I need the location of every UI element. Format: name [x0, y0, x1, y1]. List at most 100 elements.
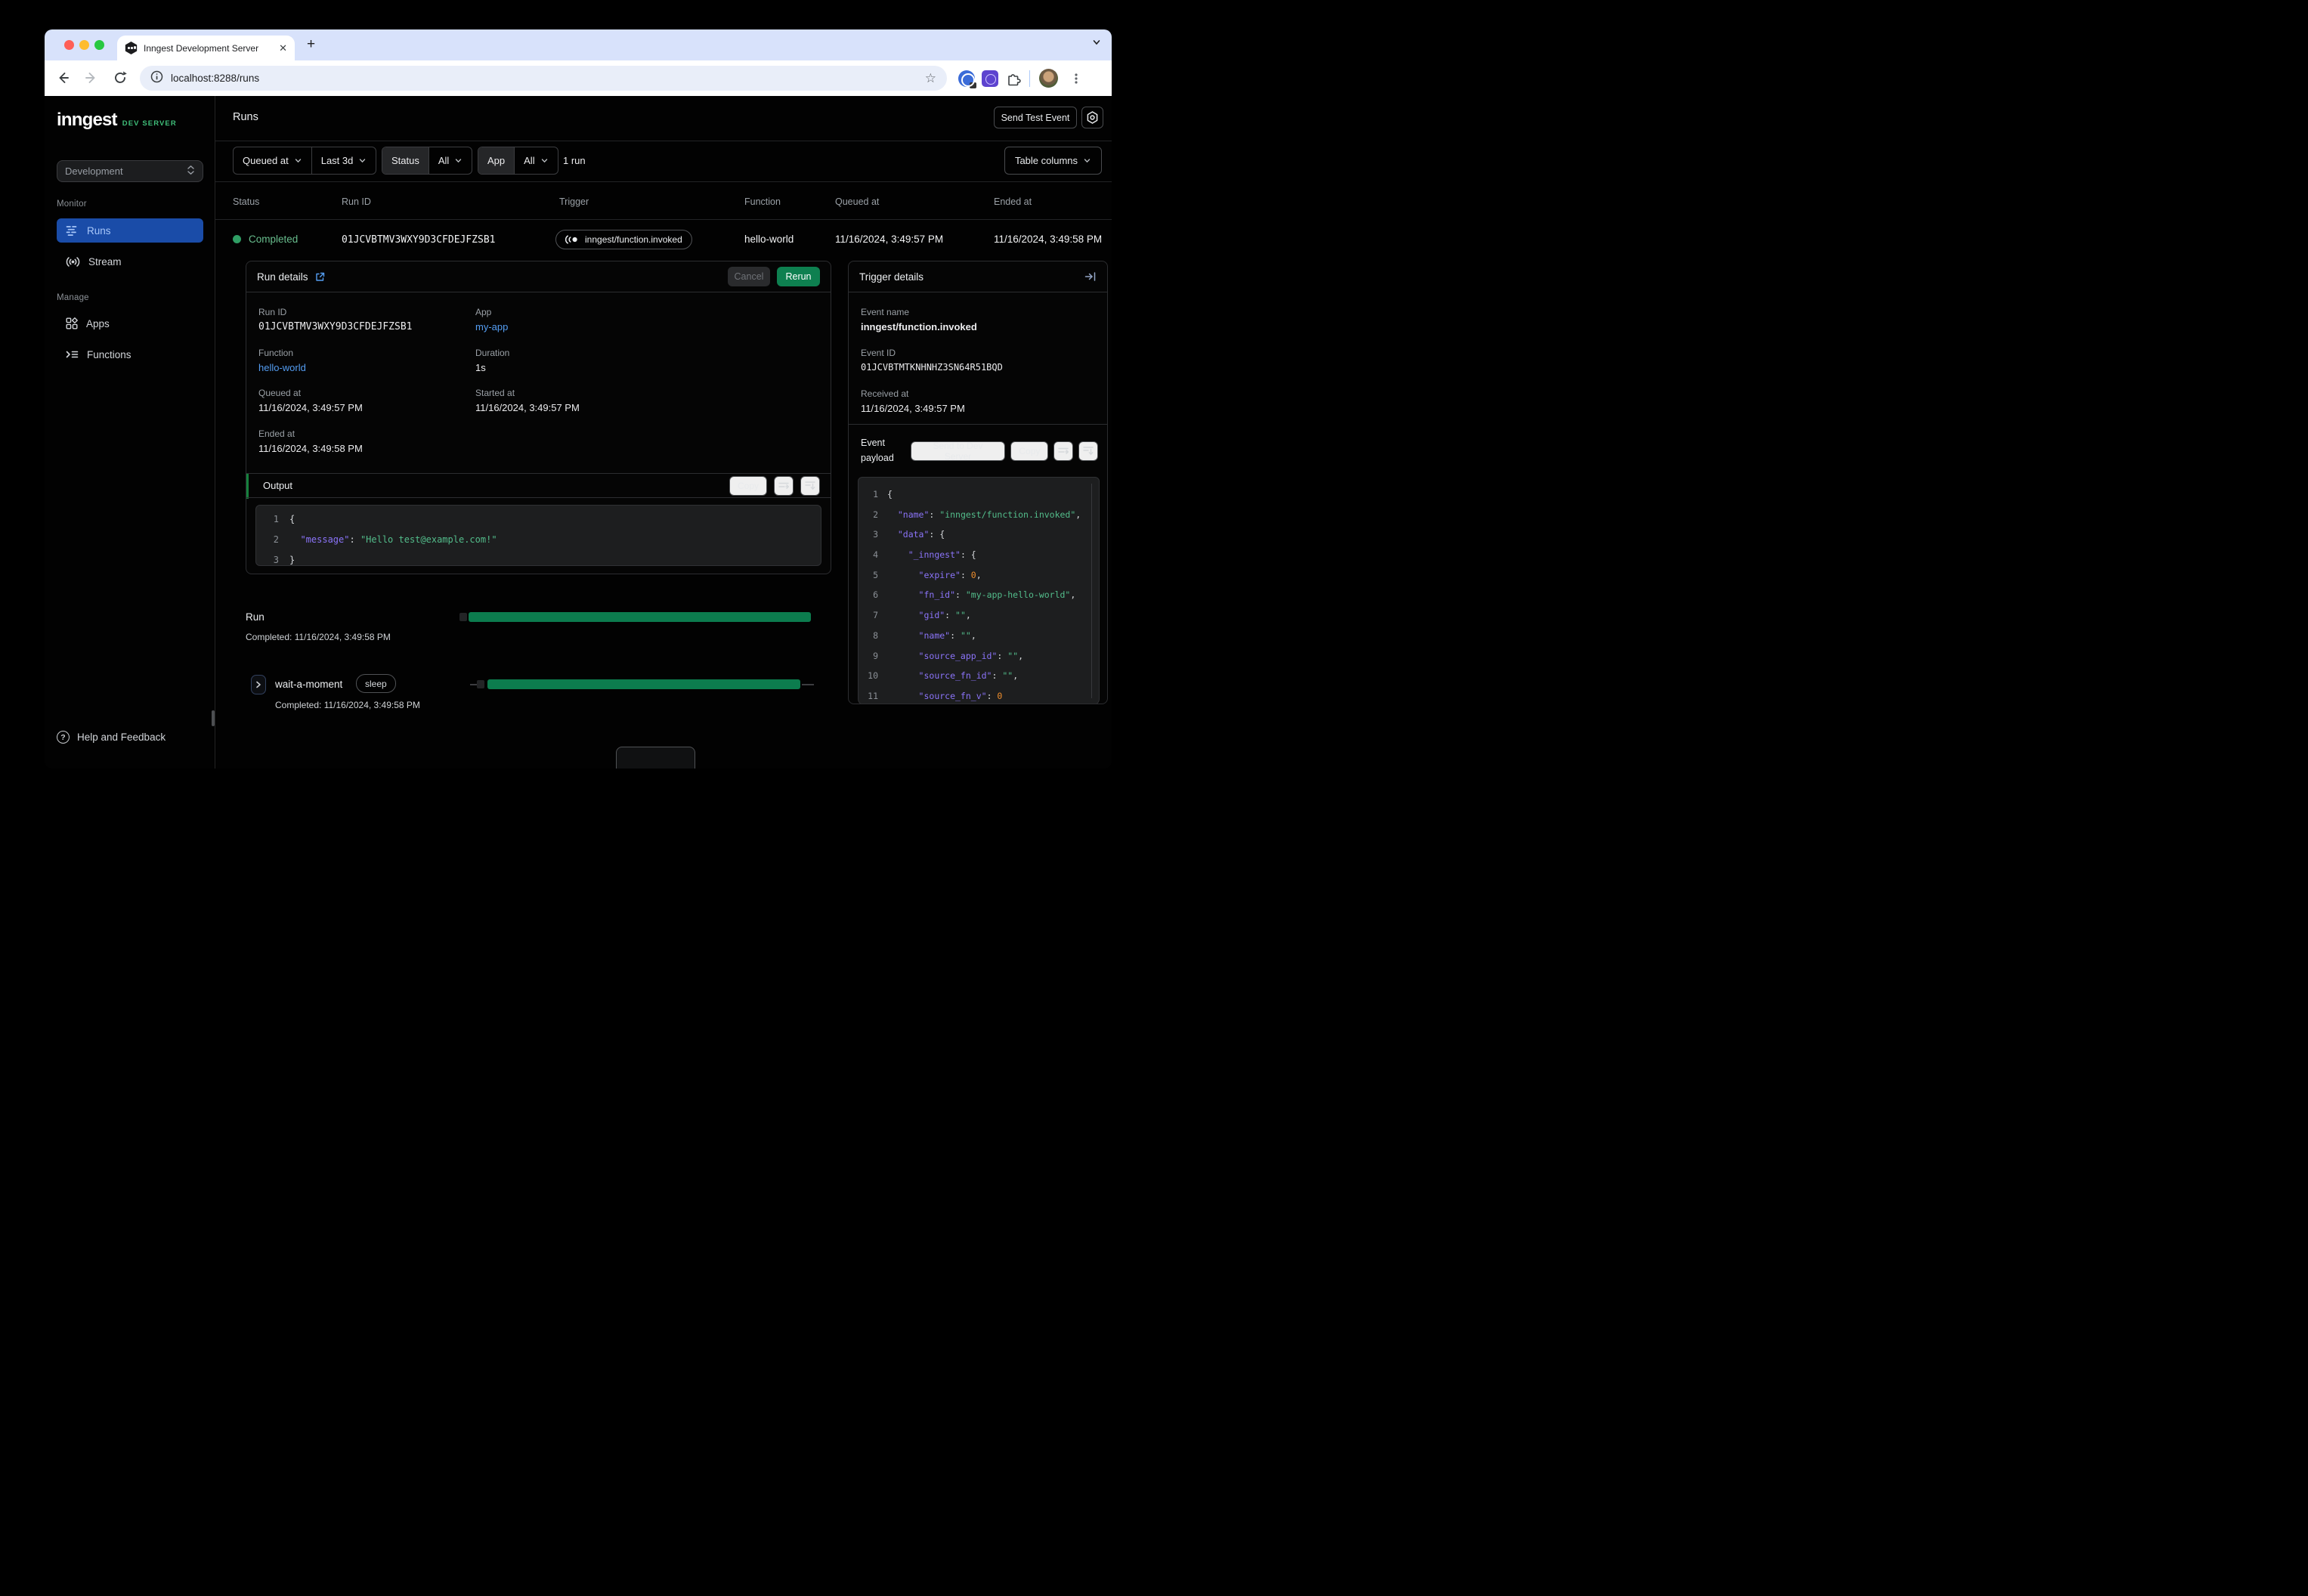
cancel-button[interactable]: Cancel — [728, 267, 770, 286]
browser-menu-kebab-icon[interactable] — [1069, 60, 1083, 96]
url-bar[interactable]: localhost:8288/runs ☆ — [140, 66, 947, 91]
col-header-status[interactable]: Status — [233, 196, 259, 207]
send-to-dev-server-button[interactable]: Send to Dev Server — [910, 441, 1006, 462]
event-name-label: Event name — [861, 307, 910, 317]
sidebar-scrollbar-thumb[interactable] — [212, 710, 215, 726]
queued-at-label: Queued at — [258, 388, 302, 398]
scroll-to-bottom-button[interactable] — [800, 475, 820, 496]
chevron-down-icon — [360, 159, 366, 162]
step-bar-nub — [477, 680, 484, 688]
expand-step-button[interactable] — [251, 675, 266, 694]
new-tab-button[interactable]: + — [307, 36, 315, 53]
sidebar: inngest DEV SERVER Development Monitor R… — [45, 96, 215, 769]
show-more-button-partial[interactable] — [616, 747, 695, 769]
output-copy-button[interactable]: Copy — [729, 475, 767, 496]
row-trigger-pill[interactable]: inngest/function.invoked — [555, 230, 692, 249]
main-content: Runs Send Test Event Queued at Last 3d S… — [215, 96, 1112, 769]
site-info-icon[interactable] — [150, 70, 163, 87]
reload-icon[interactable] — [112, 70, 128, 90]
time-range-value: Last 3d — [320, 155, 354, 166]
chevron-down-icon — [1084, 159, 1091, 162]
word-wrap-button[interactable] — [774, 475, 794, 496]
table-columns-label: Table columns — [1014, 155, 1078, 166]
help-and-feedback[interactable]: ? Help and Feedback — [57, 731, 166, 744]
onepassword-extension-icon[interactable] — [958, 60, 976, 96]
payload-scroll-bottom-button[interactable] — [1078, 441, 1098, 461]
rerun-button[interactable]: Rerun — [777, 267, 820, 286]
app-filter[interactable]: All — [515, 147, 557, 174]
started-at-value: 11/16/2024, 3:49:57 PM — [475, 402, 580, 413]
url-text[interactable]: localhost:8288/runs — [171, 73, 259, 84]
sidebar-item-functions[interactable]: Functions — [57, 342, 203, 367]
event-signal-icon — [565, 235, 577, 244]
row-function[interactable]: hello-world — [744, 234, 794, 245]
chevron-right-icon — [256, 681, 261, 688]
tab-close-icon[interactable]: ✕ — [274, 43, 287, 53]
status-filter-value: All — [438, 155, 450, 166]
run-timeline-bar[interactable] — [469, 612, 811, 622]
browser-tab-strip: Inngest Development Server ✕ + — [45, 29, 1112, 60]
extensions-puzzle-icon[interactable] — [1006, 60, 1022, 96]
send-test-event-button[interactable]: Send Test Event — [994, 107, 1077, 128]
settings-gear-button[interactable] — [1081, 107, 1103, 128]
row-queued-at: 11/16/2024, 3:49:57 PM — [835, 234, 944, 245]
browser-tab[interactable]: Inngest Development Server ✕ — [117, 36, 295, 60]
sidebar-item-runs[interactable]: Runs — [57, 218, 203, 243]
app-label: App — [475, 307, 492, 317]
received-at-value: 11/16/2024, 3:49:57 PM — [861, 403, 965, 414]
sidebar-item-label: Runs — [87, 224, 111, 237]
row-run-id[interactable]: 01JCVBTMV3WXY9D3CFDEJFZSB1 — [342, 234, 496, 246]
window-zoom-button[interactable] — [94, 40, 104, 50]
time-field-filter[interactable]: Queued at — [234, 147, 311, 174]
manage-section-label: Manage — [57, 293, 89, 302]
stream-icon — [66, 256, 80, 267]
purple-extension-icon[interactable] — [982, 60, 998, 96]
tab-search-chevron-icon[interactable] — [1091, 37, 1102, 51]
sidebar-item-stream[interactable]: Stream — [57, 249, 203, 274]
status-filter-group: Status All — [382, 147, 473, 175]
profile-avatar[interactable] — [1039, 60, 1058, 96]
toolbar-divider — [1029, 60, 1030, 96]
external-link-icon[interactable] — [315, 272, 325, 282]
col-header-run-id[interactable]: Run ID — [342, 196, 371, 207]
time-range-filter[interactable]: Last 3d — [312, 147, 376, 174]
col-header-trigger[interactable]: Trigger — [559, 196, 589, 207]
row-status[interactable]: Completed — [249, 234, 298, 245]
timeline-run-label[interactable]: Run — [246, 611, 265, 623]
step-bar-right-tick — [802, 684, 814, 685]
col-header-ended[interactable]: Ended at — [994, 196, 1032, 207]
chevron-down-icon — [456, 159, 462, 162]
run-completed-text: Completed: 11/16/2024, 3:49:58 PM — [246, 632, 391, 642]
payload-copy-button[interactable]: Copy — [1010, 441, 1049, 461]
status-filter[interactable]: All — [429, 147, 472, 174]
app-value-link[interactable]: my-app — [475, 321, 508, 332]
inngest-favicon-icon — [125, 42, 138, 54]
bookmark-star-icon[interactable]: ☆ — [925, 72, 936, 85]
sidebar-item-label: Functions — [87, 348, 131, 360]
forward-icon[interactable] — [83, 70, 100, 90]
payload-word-wrap-button[interactable] — [1053, 441, 1074, 461]
col-header-function[interactable]: Function — [744, 196, 781, 207]
collapse-panel-icon[interactable] — [1084, 271, 1097, 282]
step-name[interactable]: wait-a-moment — [275, 679, 342, 690]
event-payload-code-block[interactable]: 1{2 "name": "inngest/function.invoked", 3… — [858, 477, 1100, 704]
workspace-select[interactable]: Development — [57, 160, 203, 182]
scroll-bottom-icon — [805, 481, 815, 490]
table-columns-button[interactable]: Table columns — [1004, 147, 1102, 175]
payload-scrollbar-track[interactable] — [1091, 484, 1092, 698]
function-value-link[interactable]: hello-world — [258, 362, 306, 373]
row-trigger-name: inngest/function.invoked — [585, 234, 682, 245]
step-completed-text: Completed: 11/16/2024, 3:49:58 PM — [275, 700, 420, 710]
status-dot-icon — [233, 235, 241, 243]
step-timeline-bar[interactable] — [487, 679, 800, 689]
back-icon[interactable] — [54, 70, 71, 90]
sidebar-item-apps[interactable]: Apps — [57, 311, 203, 336]
help-icon: ? — [57, 731, 70, 744]
window-minimize-button[interactable] — [79, 40, 89, 50]
dev-server-badge: DEV SERVER — [122, 119, 177, 128]
col-header-queued[interactable]: Queued at — [835, 196, 879, 207]
step-kind-badge: sleep — [356, 674, 396, 693]
window-close-button[interactable] — [64, 40, 74, 50]
browser-toolbar: localhost:8288/runs ☆ — [45, 60, 1112, 96]
output-code-block[interactable]: 1{2 "message": "Hello test@example.com!"… — [255, 505, 821, 566]
